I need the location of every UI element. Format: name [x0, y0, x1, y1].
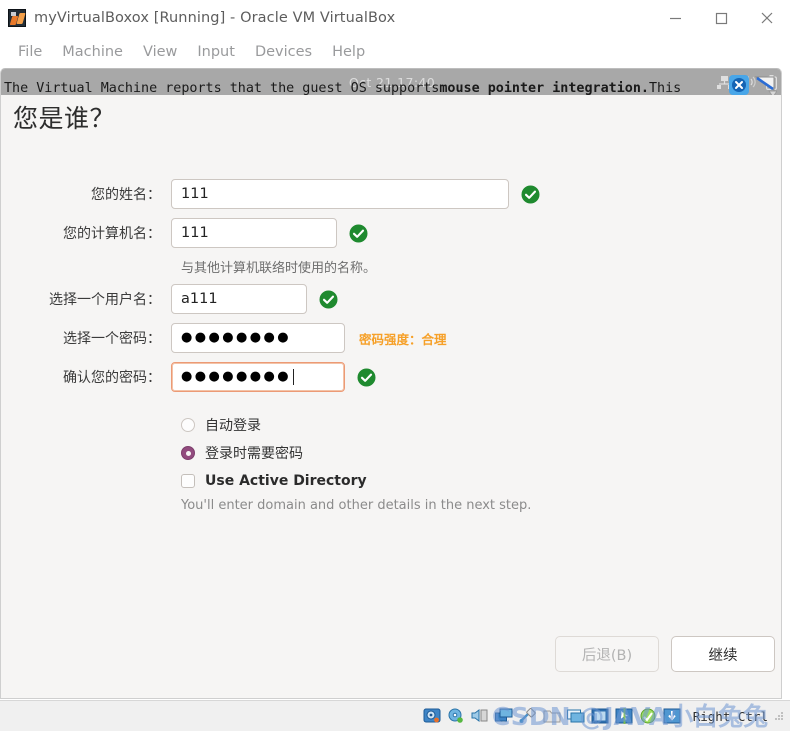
- statusbar-icons: [423, 708, 681, 724]
- audio-icon[interactable]: [471, 708, 489, 724]
- option-require-password[interactable]: 登录时需要密码: [181, 441, 531, 465]
- host-key-icon[interactable]: [663, 708, 681, 724]
- hint-row-hostname: 与其他计算机联络时使用的名称。: [1, 257, 781, 276]
- label-confirm-password: 确认您的密码：: [63, 370, 161, 386]
- option-auto-login[interactable]: 自动登录: [181, 413, 531, 437]
- input-username[interactable]: a111: [171, 284, 307, 314]
- ubuntu-installer-page: 您是谁？ 您的姓名： 111 您的计算机名： 111 与其他计算机联络时使用的名…: [1, 95, 781, 698]
- window-title: myVirtualBoxox [Running] - Oracle VM Vir…: [34, 10, 396, 26]
- vm-message-text-before: The Virtual Machine reports that the gue…: [4, 80, 440, 96]
- check-circle-icon: [319, 290, 338, 308]
- continue-button[interactable]: 继续: [671, 636, 775, 672]
- text-caret: [292, 369, 294, 385]
- page-title: 您是谁？: [13, 104, 116, 133]
- menu-machine[interactable]: Machine: [52, 42, 133, 62]
- label-fullname: 您的姓名：: [91, 187, 161, 203]
- checkbox-active-directory-icon[interactable]: [181, 474, 195, 488]
- radio-auto-login-icon[interactable]: [181, 418, 195, 432]
- display-icon[interactable]: [566, 708, 585, 724]
- input-username-value: a111: [181, 291, 218, 307]
- recording-icon[interactable]: [591, 708, 609, 724]
- valid-indicator-username: [319, 290, 338, 309]
- hard-disk-icon[interactable]: [423, 708, 441, 724]
- resize-grip-icon[interactable]: [774, 711, 784, 721]
- label-hostname: 您的计算机名：: [63, 226, 161, 242]
- input-fullname[interactable]: 111: [171, 179, 509, 209]
- menu-input[interactable]: Input: [187, 42, 245, 62]
- input-fullname-value: 111: [181, 186, 209, 202]
- check-circle-icon: [349, 224, 368, 242]
- maximize-button[interactable]: [698, 0, 744, 36]
- minimize-icon: [669, 17, 681, 19]
- virtualbox-statusbar: Right Ctrl: [0, 700, 790, 731]
- valid-indicator-fullname: [521, 185, 540, 204]
- field-row-fullname: 您的姓名： 111: [1, 179, 781, 209]
- vm-message-text-after: This: [648, 80, 682, 96]
- optical-disk-icon[interactable]: [447, 708, 465, 724]
- option-active-directory[interactable]: Use Active Directory: [181, 469, 531, 493]
- label-password: 选择一个密码：: [63, 331, 161, 347]
- menu-devices[interactable]: Devices: [245, 42, 322, 62]
- option-active-directory-label: Use Active Directory: [205, 473, 367, 489]
- option-auto-login-label: 自动登录: [205, 418, 261, 434]
- mouse-integration-icon[interactable]: [615, 708, 633, 724]
- network-adapter-icon[interactable]: [494, 708, 513, 724]
- menubar: File Machine View Input Devices Help: [0, 36, 790, 68]
- menu-file[interactable]: File: [8, 42, 52, 62]
- user-setup-form: 您的姓名： 111 您的计算机名： 111 与其他计算机联络时使用的名称。 选择…: [1, 179, 781, 401]
- shared-folder-icon[interactable]: [543, 708, 561, 724]
- hint-hostname: 与其他计算机联络时使用的名称。: [181, 261, 377, 276]
- input-password-value: ●●●●●●●●: [181, 330, 291, 345]
- window-controls: [652, 0, 790, 36]
- valid-indicator-hostname: [349, 224, 368, 243]
- input-password[interactable]: ●●●●●●●●: [171, 323, 345, 353]
- window-titlebar: myVirtualBoxox [Running] - Oracle VM Vir…: [0, 0, 790, 36]
- input-hostname[interactable]: 111: [171, 218, 337, 248]
- field-row-confirm-password: 确认您的密码： ●●●●●●●●: [1, 362, 781, 392]
- login-options: 自动登录 登录时需要密码 Use Active Directory You'll…: [181, 413, 531, 513]
- check-circle-icon: [357, 368, 376, 386]
- virtualbox-window: myVirtualBoxox [Running] - Oracle VM Vir…: [0, 0, 790, 731]
- vm-message-close-button[interactable]: [729, 75, 749, 95]
- valid-indicator-confirm-password: [357, 368, 376, 387]
- input-confirm-password[interactable]: ●●●●●●●●: [171, 362, 345, 392]
- vm-message-text-bold: mouse pointer integration.: [439, 80, 649, 96]
- password-strength-label: 密码强度：合理: [359, 331, 447, 347]
- input-hostname-value: 111: [181, 225, 209, 241]
- minimize-button[interactable]: [652, 0, 698, 36]
- field-row-username: 选择一个用户名： a111: [1, 284, 781, 314]
- field-row-hostname: 您的计算机名： 111: [1, 218, 781, 248]
- host-key-label: Right Ctrl: [692, 708, 768, 724]
- menu-help[interactable]: Help: [322, 42, 375, 62]
- close-icon: [761, 12, 773, 24]
- usb-icon[interactable]: [519, 708, 537, 724]
- installer-button-bar: 后退(B) 继续: [555, 636, 775, 672]
- close-circle-icon: [732, 78, 746, 92]
- maximize-icon: [715, 12, 727, 24]
- radio-require-password-icon[interactable]: [181, 446, 195, 460]
- field-row-password: 选择一个密码： ●●●●●●●● 密码强度：合理: [1, 323, 781, 353]
- option-require-password-label: 登录时需要密码: [205, 446, 303, 462]
- menu-view[interactable]: View: [133, 42, 187, 62]
- check-circle-icon: [521, 185, 540, 203]
- close-button[interactable]: [744, 0, 790, 36]
- option-active-directory-hint: You'll enter domain and other details in…: [181, 498, 532, 513]
- back-button[interactable]: 后退(B): [555, 636, 659, 672]
- label-username: 选择一个用户名：: [49, 292, 161, 308]
- keyboard-icon[interactable]: [639, 708, 657, 724]
- virtualbox-logo-icon: [8, 9, 26, 27]
- guest-screen: Oct 21 17:40 The Virtual Machine reports…: [0, 68, 782, 699]
- input-confirm-password-value: ●●●●●●●●: [181, 369, 291, 384]
